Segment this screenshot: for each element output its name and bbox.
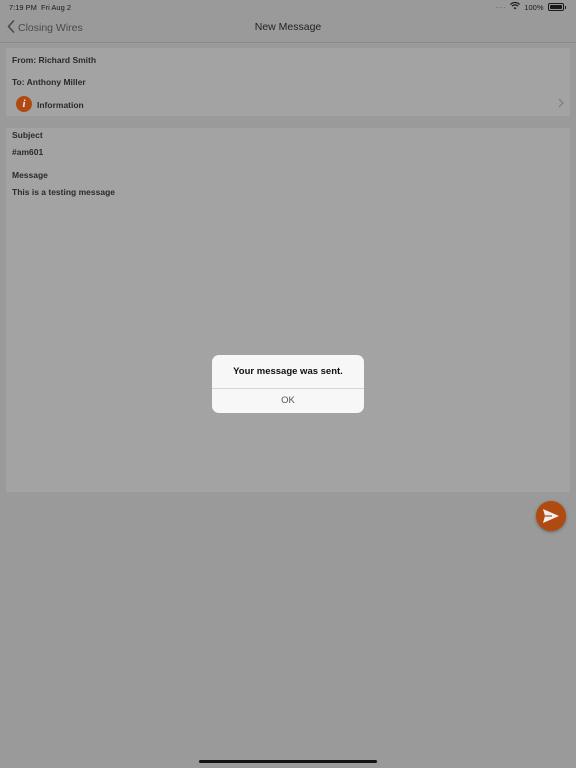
status-time: 7:19 PM [9,3,37,12]
to-field: To: Anthony Miller [12,77,86,87]
subject-label: Subject [12,130,43,140]
chevron-right-icon [558,98,564,111]
navigation-bar: Closing Wires New Message [0,14,576,43]
from-field: From: Richard Smith [12,55,97,65]
cell-signal: .... [495,4,507,10]
alert-message: Your message was sent. [233,366,343,377]
home-indicator[interactable] [199,760,377,763]
status-date: Fri Aug 2 [41,3,72,12]
subject-input[interactable]: #am601 [12,147,43,157]
wifi-icon [510,2,521,12]
battery-icon [547,3,564,11]
message-label: Message [12,170,48,180]
information-label: Information [37,100,84,110]
message-input[interactable]: This is a testing message [12,187,115,197]
alert-ok-button[interactable]: OK [212,389,364,413]
message-card[interactable]: Subject #am601 Message This is a testing… [6,128,570,492]
status-indicators: .... 100% [496,2,566,12]
status-bar: 7:19 PM Fri Aug 2 .... 100% [0,0,576,14]
battery-nub [564,5,566,9]
alert-dialog: Your message was sent. OK [212,355,364,413]
recipient-card: From: Richard Smith To: Anthony Miller i… [6,48,570,116]
page-title: New Message [254,21,322,33]
info-icon: i [16,96,32,112]
battery-percent: 100% [524,2,544,12]
information-row[interactable]: i Information [6,94,570,116]
send-button[interactable] [536,501,566,531]
